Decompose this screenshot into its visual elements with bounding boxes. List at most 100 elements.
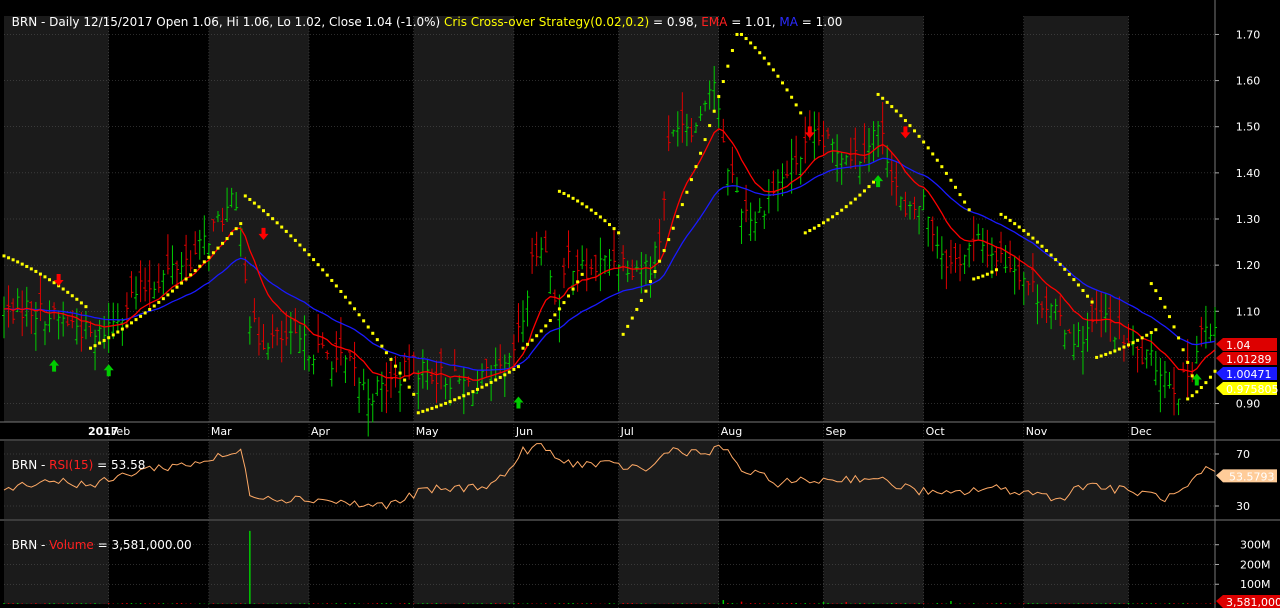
sar-dot — [480, 385, 484, 389]
sar-dot — [981, 274, 985, 278]
sar-dot — [685, 190, 689, 194]
sar-dot — [1113, 349, 1117, 353]
chart-canvas[interactable]: 0.901.101.201.301.401.501.601.702017Feb M… — [0, 0, 1280, 608]
sar-dot — [730, 48, 734, 52]
sar-dot — [139, 314, 143, 318]
sar-dot — [994, 268, 998, 272]
sar-dot — [922, 140, 926, 144]
sar-dot — [794, 103, 798, 107]
sar-dot — [1108, 351, 1112, 355]
sar-dot — [485, 383, 489, 387]
sar-dot — [557, 307, 561, 311]
sar-dot — [972, 277, 976, 281]
sar-dot — [967, 208, 971, 212]
sar-dot — [1104, 352, 1108, 356]
sar-dot — [844, 205, 848, 209]
price-tick-label-7: 1.60 — [1236, 75, 1261, 88]
volume-label: Volume — [49, 538, 94, 552]
sar-dot — [102, 338, 106, 342]
month-band-4-2 — [823, 521, 924, 604]
sar-dot — [1090, 300, 1094, 304]
sar-dot — [917, 134, 921, 138]
volume-symbol: BRN — [11, 538, 38, 552]
sar-dot — [990, 270, 994, 274]
sar-dot — [908, 124, 912, 128]
sar-dot — [107, 336, 111, 340]
sar-dot — [507, 370, 511, 374]
sar-dot — [585, 205, 589, 209]
sar-dot — [298, 243, 302, 247]
date-axis-label-4: May — [416, 425, 439, 438]
sar-dot — [1167, 315, 1171, 319]
sar-dot — [1117, 347, 1121, 351]
sar-dot — [885, 100, 889, 104]
sar-dot — [1067, 272, 1071, 276]
sar-dot — [312, 258, 316, 262]
sar-dot — [598, 215, 602, 219]
sar-dot — [926, 146, 930, 150]
sar-dot — [316, 263, 320, 267]
price-pane-header: BRN - Daily 12/15/2017 Open 1.06, Hi 1.0… — [4, 1, 843, 29]
sar-dot — [562, 191, 566, 195]
volume-tick-label-0: 100M — [1240, 578, 1271, 591]
sar-dot — [202, 260, 206, 264]
sar-dot — [1149, 331, 1153, 335]
sar-dot — [963, 200, 967, 204]
sar-dot — [1154, 289, 1158, 293]
month-band-5-2 — [1023, 521, 1129, 604]
sar-dot — [840, 208, 844, 212]
sar-dot — [553, 313, 557, 317]
sar-dot — [580, 272, 584, 276]
price-tick-label-2: 1.10 — [1236, 305, 1261, 318]
sar-dot — [821, 221, 825, 225]
month-band-2-1 — [413, 441, 514, 519]
sar-dot — [1181, 348, 1185, 352]
sar-dot — [1149, 282, 1153, 286]
sar-dot — [79, 301, 83, 305]
sar-dot — [594, 211, 598, 215]
sar-dot — [66, 290, 70, 294]
sar-dot — [548, 319, 552, 323]
date-axis-label-7: Aug — [721, 425, 742, 438]
sar-dot — [462, 394, 466, 398]
sar-dot — [439, 403, 443, 407]
sar-dot — [353, 307, 357, 311]
sar-dot — [867, 185, 871, 189]
sar-dot — [75, 297, 79, 301]
sar-dot — [949, 178, 953, 182]
rsi-tick-label-0: 30 — [1236, 500, 1250, 513]
date-axis-label-3: Apr — [311, 425, 331, 438]
sar-dot — [1122, 345, 1126, 349]
sar-dot — [753, 46, 757, 50]
sar-dot — [448, 400, 452, 404]
sar-dot — [1022, 229, 1026, 233]
sar-dot — [635, 307, 639, 311]
sar-dot — [1136, 338, 1140, 342]
sar-dot — [38, 272, 42, 276]
sar-dot — [125, 324, 129, 328]
sar-dot — [407, 385, 411, 389]
sar-dot — [689, 178, 693, 182]
sar-dot — [567, 194, 571, 198]
price-info: - Daily 12/15/2017 Open 1.06, Hi 1.06, L… — [37, 15, 445, 29]
sar-dot — [425, 408, 429, 412]
sar-dot — [1054, 258, 1058, 262]
sar-dot — [271, 217, 275, 221]
sar-dot — [498, 375, 502, 379]
sar-dot — [1099, 354, 1103, 358]
sar-dot — [362, 319, 366, 323]
sar-dot — [29, 267, 33, 271]
date-axis-label-8: Sep — [825, 425, 846, 438]
sar-dot — [799, 111, 803, 115]
sar-dot — [280, 225, 284, 229]
sar-dot — [275, 221, 279, 225]
strategy-label: Cris Cross-over Strategy(0.02,0.2) — [444, 15, 650, 29]
sar-dot — [435, 405, 438, 409]
sar-dot — [1004, 215, 1008, 219]
sar-dot — [48, 278, 52, 282]
rsi-pane-header: BRN - RSI(15) = 53.58 — [4, 444, 146, 472]
date-axis-label-1: Feb — [111, 425, 130, 438]
sar-dot — [457, 396, 461, 400]
price-tick-label-0: 0.90 — [1236, 398, 1261, 411]
sar-dot — [862, 189, 866, 193]
